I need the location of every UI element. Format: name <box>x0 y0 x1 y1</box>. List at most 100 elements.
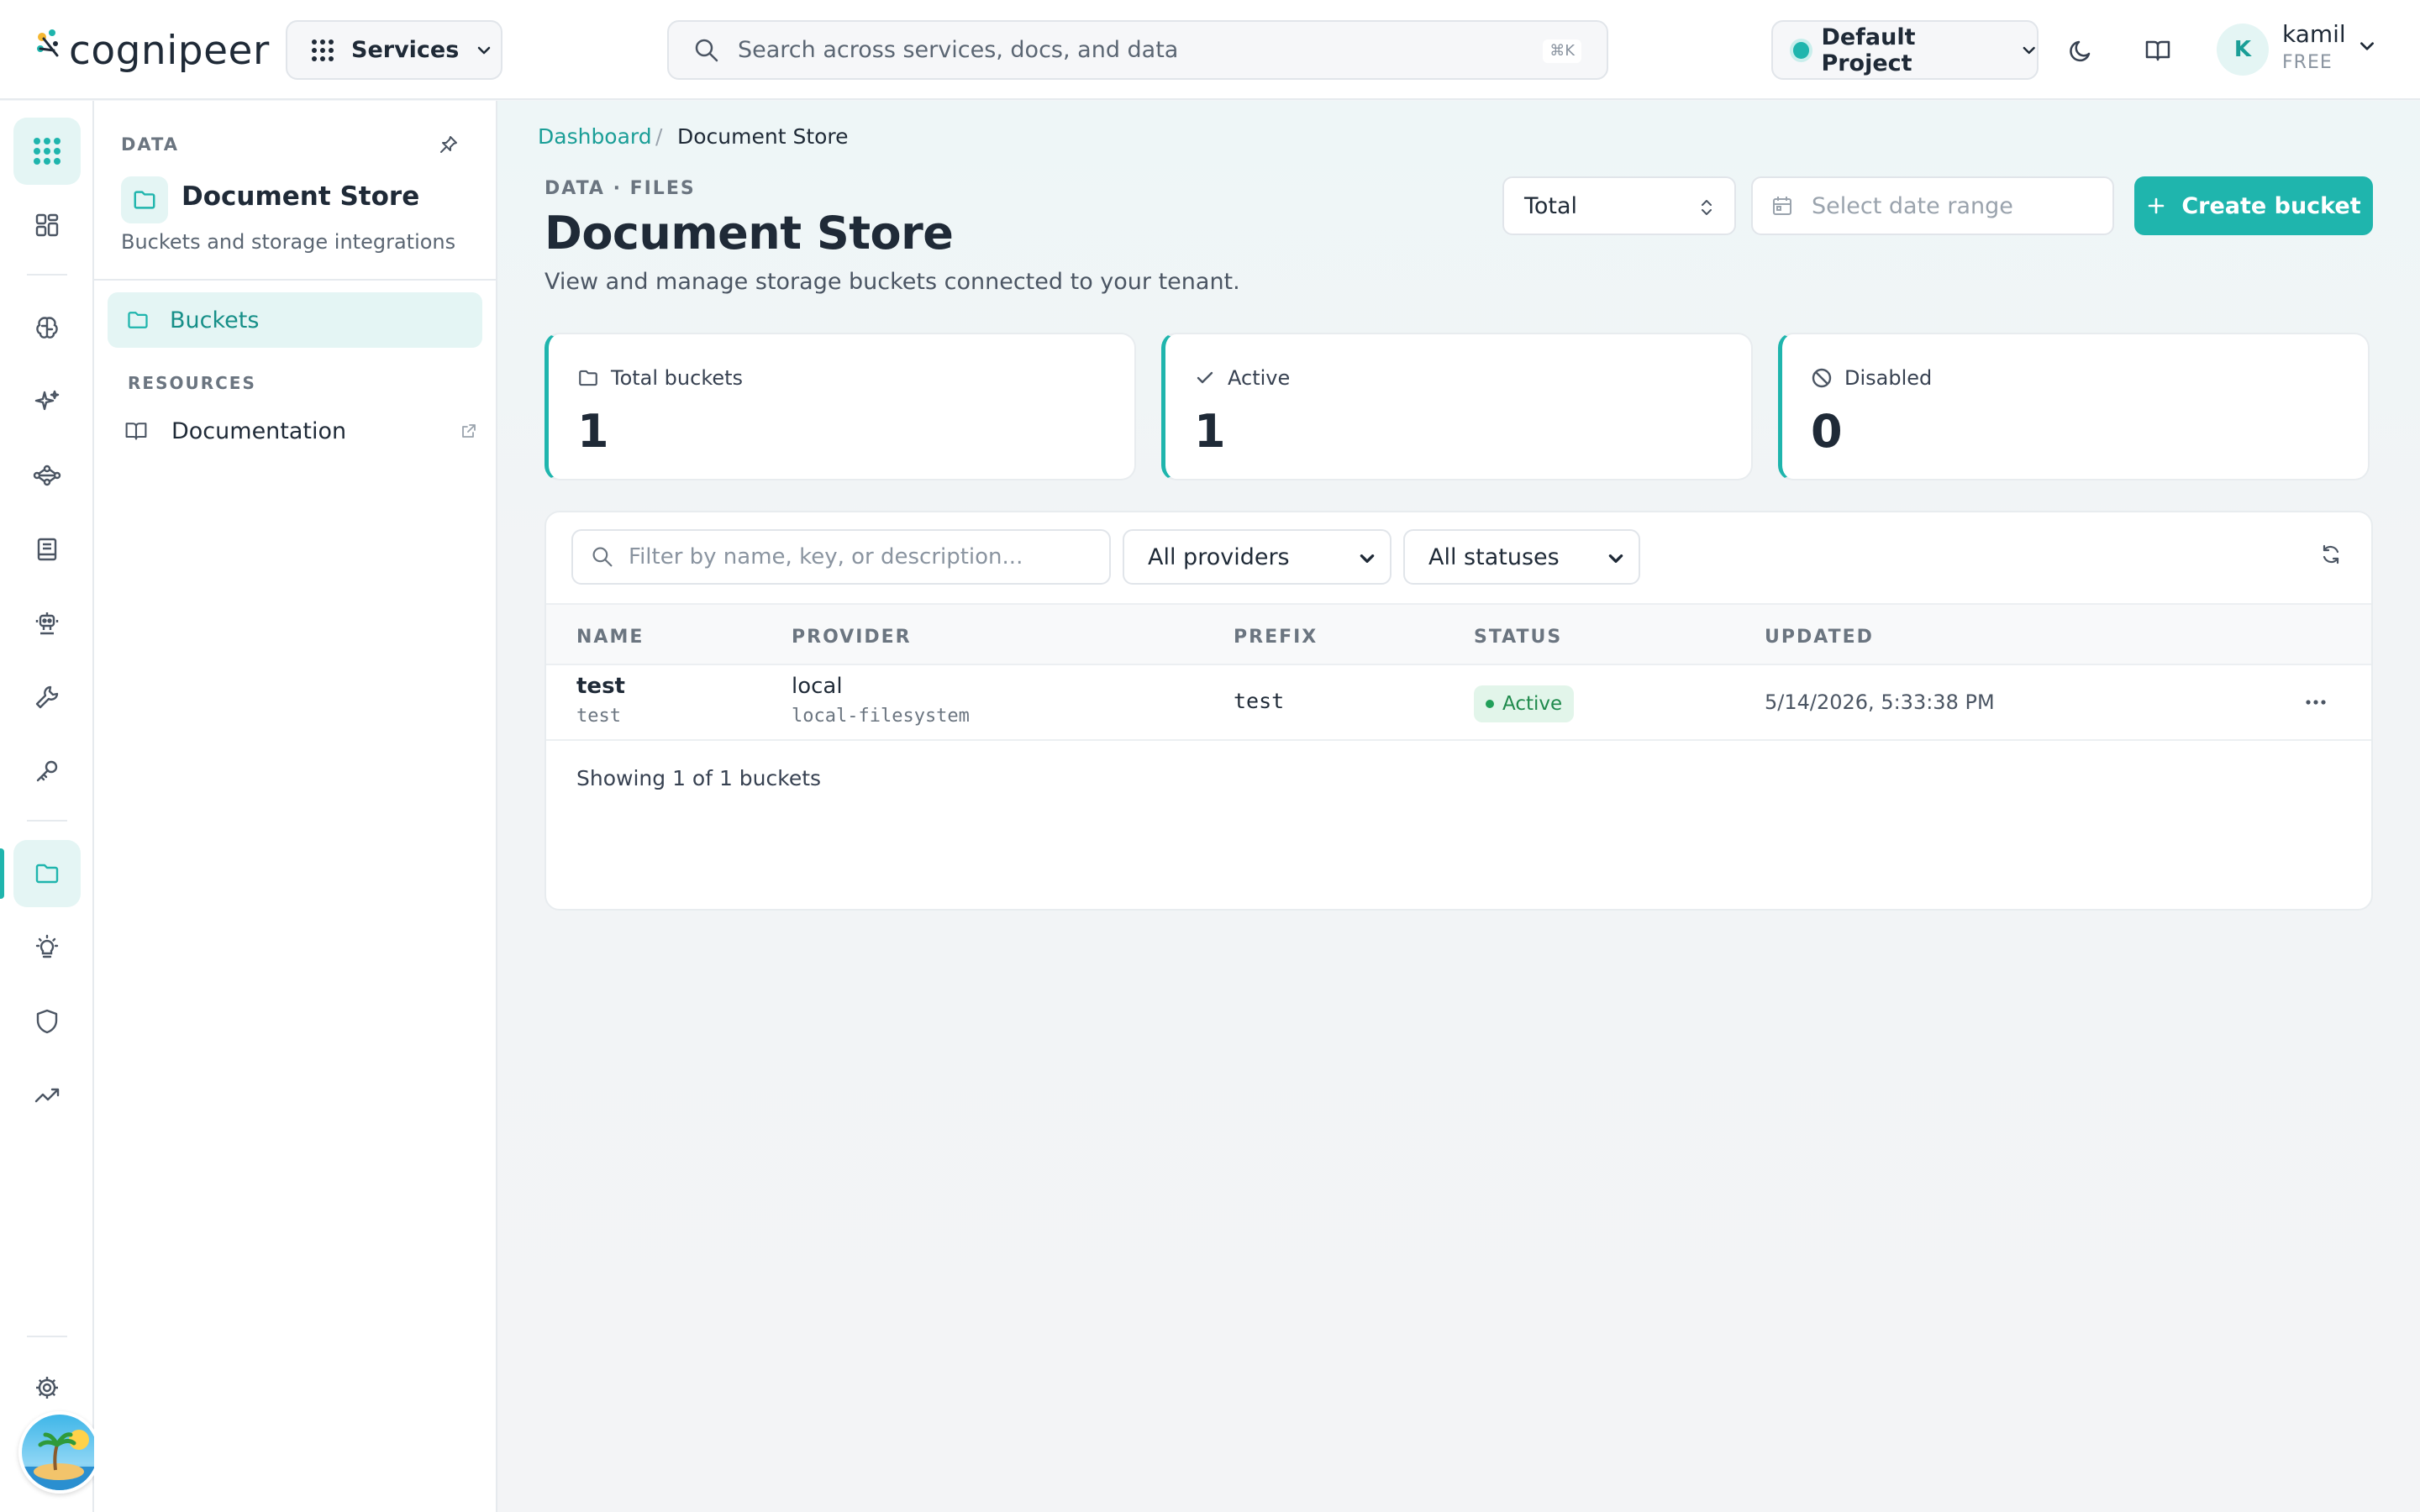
column-header-prefix[interactable]: PREFIX <box>1234 627 1318 648</box>
filter-input[interactable]: Filter by name, key, or description... <box>571 529 1111 585</box>
bucket-prefix: test <box>1234 689 1285 713</box>
plus-icon <box>2149 197 2165 214</box>
provider-filter-select[interactable]: All providers <box>1123 529 1392 585</box>
aggregation-select[interactable]: Total <box>1502 176 1736 235</box>
settings-icon <box>36 1377 58 1399</box>
status-filter-value: All statuses <box>1428 543 1560 570</box>
filter-placeholder: Filter by name, key, or description... <box>629 544 1023 570</box>
search-placeholder: Search across services, docs, and data <box>738 37 1179 63</box>
analytics-icon <box>34 1088 60 1103</box>
date-range-placeholder: Select date range <box>1812 192 2013 219</box>
chevron-down-icon <box>478 46 491 54</box>
rail-item-models[interactable] <box>13 294 81 361</box>
date-range-input[interactable]: Select date range <box>1751 176 2114 235</box>
logo[interactable]: cognipeer <box>34 22 270 76</box>
rail-item-workflows[interactable] <box>13 442 81 509</box>
main-content: Dashboard / Document Store DATA · FILES … <box>497 101 2420 1512</box>
rail-item-agents[interactable] <box>13 590 81 657</box>
stat-label-text: Active <box>1228 366 1291 390</box>
book-icon <box>125 423 147 440</box>
rail-item-analytics[interactable] <box>13 1062 81 1129</box>
nav-item-label: Documentation <box>171 417 347 444</box>
rail-item-insights[interactable] <box>13 914 81 981</box>
rail-item-guardrails[interactable] <box>13 988 81 1055</box>
chevron-down-icon <box>1608 554 1623 563</box>
rail-item-apps[interactable] <box>13 118 81 185</box>
project-label: Default Project <box>1821 24 1916 76</box>
rail-item-tools[interactable] <box>13 664 81 731</box>
rail-item-keys[interactable] <box>13 738 81 805</box>
search-shortcut-badge: ⌘K <box>1543 39 1581 63</box>
ban-icon <box>1812 368 1832 388</box>
check-icon <box>1197 371 1213 384</box>
pin-icon <box>440 136 457 153</box>
docs-button[interactable] <box>2139 32 2176 69</box>
page-title: Document Store <box>544 207 954 260</box>
rail-active-indicator <box>0 848 4 899</box>
buckets-table-card: Filter by name, key, or description... A… <box>544 511 2373 911</box>
resources-section-label: RESOURCES <box>128 373 256 393</box>
lightbulb-icon <box>35 934 59 958</box>
table-header: NAME PROVIDER PREFIX STATUS UPDATED <box>546 603 2371 665</box>
workspace-avatar[interactable] <box>18 1411 101 1494</box>
column-header-provider[interactable]: PROVIDER <box>792 627 912 648</box>
folder-icon <box>579 370 597 386</box>
project-status-dot <box>1793 41 1810 59</box>
global-search-input[interactable]: Search across services, docs, and data ⌘… <box>667 20 1608 80</box>
services-button[interactable]: Services <box>286 20 502 80</box>
table-row[interactable]: test test local local-filesystem test Ac… <box>546 665 2371 741</box>
user-plan: FREE <box>2282 52 2333 73</box>
refresh-button[interactable] <box>2319 543 2343 566</box>
rail-item-document-store[interactable] <box>13 840 81 907</box>
divider <box>94 279 496 281</box>
top-bar: cognipeer Services Search across service… <box>0 0 2420 100</box>
stat-value: 0 <box>1811 405 1843 458</box>
breadcrumb-dashboard-link[interactable]: Dashboard <box>538 124 652 149</box>
notebook-icon <box>37 538 57 561</box>
bucket-name[interactable]: test <box>576 674 625 699</box>
nav-item-buckets[interactable]: Buckets <box>108 292 482 348</box>
user-avatar[interactable]: K <box>2217 24 2269 76</box>
search-icon <box>695 39 718 61</box>
dashboard-icon <box>35 213 59 237</box>
status-filter-select[interactable]: All statuses <box>1403 529 1640 585</box>
nav-item-documentation[interactable]: Documentation <box>124 410 477 452</box>
provider-filter-value: All providers <box>1148 543 1290 570</box>
grid-icon <box>312 39 334 61</box>
rail-divider <box>27 820 67 822</box>
rail-item-dashboard[interactable] <box>13 192 81 259</box>
calendar-icon <box>1773 197 1791 215</box>
side-panel: DATA Document Store Buckets and storage … <box>94 101 497 1512</box>
chevron-down-icon <box>1360 554 1375 563</box>
stat-value: 1 <box>577 405 609 458</box>
shield-icon <box>36 1009 58 1034</box>
bucket-provider: local <box>792 674 843 699</box>
breadcrumb-separator: / <box>655 124 663 149</box>
chevron-down-icon[interactable] <box>2358 37 2376 55</box>
rail-item-notebooks[interactable] <box>13 516 81 583</box>
column-header-status[interactable]: STATUS <box>1474 627 1562 648</box>
rail-item-ai[interactable] <box>13 368 81 435</box>
rail-item-settings[interactable] <box>13 1354 81 1421</box>
project-selector[interactable]: Default Project <box>1771 20 2039 80</box>
document-store-title-icon <box>121 176 168 223</box>
stat-label: Disabled <box>1811 366 1932 390</box>
user-name[interactable]: kamil <box>2282 20 2346 48</box>
brain-icon <box>36 317 58 339</box>
nav-item-label: Buckets <box>170 307 260 333</box>
stat-card-total-buckets: Total buckets 1 <box>544 333 1136 480</box>
stat-card-active: Active 1 <box>1161 333 1753 480</box>
table-footer-count: Showing 1 of 1 buckets <box>576 766 822 790</box>
aggregation-select-value: Total <box>1524 192 1578 219</box>
column-header-updated[interactable]: UPDATED <box>1765 627 1874 648</box>
refresh-icon <box>2323 544 2339 564</box>
column-header-name[interactable]: NAME <box>576 627 644 648</box>
stat-label-text: Total buckets <box>611 366 744 390</box>
folder-icon <box>128 312 148 328</box>
chevron-up-down-icon <box>1702 200 1712 215</box>
key-icon <box>36 760 58 782</box>
row-actions-button[interactable] <box>2302 689 2329 716</box>
create-bucket-button[interactable]: Create bucket <box>2134 176 2373 235</box>
pin-button[interactable] <box>439 134 459 155</box>
theme-toggle-button[interactable] <box>2064 32 2101 69</box>
